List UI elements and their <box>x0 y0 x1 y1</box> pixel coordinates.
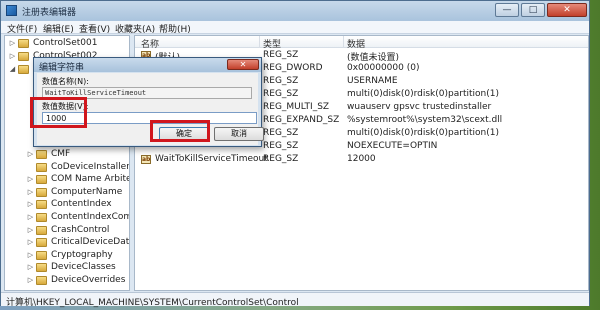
tree-expander-icon[interactable]: ▷ <box>27 176 34 183</box>
cell-data: USERNAME <box>347 76 398 86</box>
tree-expander-icon[interactable] <box>27 164 34 171</box>
menu-bar: 文件(F) 编辑(E) 查看(V) 收藏夹(A) 帮助(H) <box>1 21 589 35</box>
cell-type: REG_EXPAND_SZ <box>263 115 340 125</box>
cell-data: 12000 <box>347 154 376 164</box>
menu-help[interactable]: 帮助(H) <box>159 22 191 35</box>
tree-expander-icon[interactable]: ▷ <box>27 251 34 259</box>
highlight-box-ok <box>150 120 210 142</box>
tree-expander-icon[interactable]: ▷ <box>27 277 34 284</box>
tree-item[interactable]: ▷ ComputerName <box>5 186 129 199</box>
menu-edit[interactable]: 编辑(E) <box>43 22 74 35</box>
folder-icon <box>36 200 47 210</box>
status-bar: 计算机\HKEY_LOCAL_MACHINE\SYSTEM\CurrentCon… <box>1 292 589 308</box>
tree-item[interactable]: ▷ Cryptography <box>5 249 129 262</box>
tree-item-label: CrashControl <box>51 224 110 235</box>
cancel-button[interactable]: 取消 <box>214 127 264 141</box>
folder-icon <box>36 250 47 260</box>
tree-item-label: CoDeviceInstallers <box>51 161 130 172</box>
menu-favorites[interactable]: 收藏夹(A) <box>115 22 155 35</box>
tree-item-label: COM Name Arbiter <box>51 174 130 185</box>
close-button[interactable]: ✕ <box>547 3 587 17</box>
tree-expander-icon[interactable]: ▷ <box>9 53 16 60</box>
tree-item[interactable]: ▷ ContentIndexComm <box>5 211 129 224</box>
cell-data: multi(0)disk(0)rdisk(0)partition(1) <box>347 89 499 99</box>
tree-item[interactable]: ▷ DeviceOverrides <box>5 274 129 287</box>
column-divider[interactable] <box>343 36 344 48</box>
folder-icon <box>18 39 29 48</box>
cell-data: multi(0)disk(0)rdisk(0)partition(1) <box>347 128 499 138</box>
list-row[interactable]: ab WaitToKillServiceTimeout REG_SZ 12000 <box>135 153 588 166</box>
dialog-close-button[interactable]: ✕ <box>227 59 259 70</box>
tree-expander-icon[interactable]: ▷ <box>27 239 34 246</box>
tree-item-label: CriticalDeviceDataba <box>51 237 130 248</box>
column-divider[interactable] <box>259 36 260 48</box>
tree-expander-icon[interactable]: ▷ <box>27 226 34 234</box>
cell-data: wuauserv gpsvc trustedinstaller <box>347 102 492 112</box>
tree-item[interactable]: CoDeviceInstallers <box>5 161 130 174</box>
tree-expander-icon[interactable]: ▷ <box>27 201 34 208</box>
tree-item-label: ControlSet001 <box>33 38 98 48</box>
folder-icon <box>36 175 47 185</box>
menu-file[interactable]: 文件(F) <box>7 22 37 35</box>
cell-type: REG_SZ <box>263 141 299 151</box>
tree-item-label: DeviceClasses <box>51 262 116 273</box>
cell-type: REG_SZ <box>263 89 299 99</box>
tree-expander-icon[interactable]: ▷ <box>9 40 16 47</box>
folder-icon <box>36 263 47 273</box>
tree-item[interactable]: ▷ ControlSet001 <box>5 37 129 50</box>
cell-type: REG_SZ <box>263 154 299 164</box>
folder-icon <box>36 213 47 222</box>
tree-expander-icon[interactable]: ◢ <box>9 66 16 73</box>
folder-icon <box>36 225 47 235</box>
folder-icon <box>18 65 29 74</box>
cell-data: 0x00000000 (0) <box>347 63 420 73</box>
menu-view[interactable]: 查看(V) <box>79 22 110 35</box>
folder-icon <box>36 150 47 159</box>
value-name-label: 数值名称(N): <box>42 77 89 86</box>
registry-app-icon <box>6 5 17 16</box>
dialog-title: 编辑字符串 <box>39 63 85 73</box>
string-value-icon: ab <box>141 155 151 164</box>
cell-type: REG_SZ <box>263 50 299 60</box>
highlight-box-value <box>30 97 87 128</box>
tree-item[interactable]: ▷ CMF <box>5 148 129 161</box>
registry-editor-window: 注册表编辑器 — □ ✕ 文件(F) 编辑(E) 查看(V) 收藏夹(A) 帮助… <box>0 0 590 308</box>
window-title: 注册表编辑器 <box>22 8 77 18</box>
tree-item-label: DeviceOverrides <box>51 275 126 285</box>
cell-data: NOEXECUTE=OPTIN <box>347 141 438 151</box>
cell-type: REG_SZ <box>263 76 299 86</box>
cell-type: REG_SZ <box>263 128 299 138</box>
tree-expander-icon[interactable]: ▷ <box>27 188 34 196</box>
tree-item[interactable]: ▷ CriticalDeviceDataba <box>5 236 130 249</box>
tree-expander-icon[interactable]: ▷ <box>27 264 34 271</box>
tree-item-label: CMF <box>51 149 71 159</box>
list-header: 名称 类型 数据 <box>135 36 588 50</box>
tree-item-label: ComputerName <box>51 186 123 197</box>
folder-icon <box>36 187 47 197</box>
tree-expander-icon[interactable]: ▷ <box>27 151 34 158</box>
tree-item-label: ContentIndex <box>51 199 112 210</box>
tree-expander-icon[interactable]: ▷ <box>27 214 34 221</box>
cell-type: REG_MULTI_SZ <box>263 102 330 112</box>
folder-icon <box>36 238 47 248</box>
cell-type: REG_DWORD <box>263 63 323 73</box>
cell-name: WaitToKillServiceTimeout <box>155 154 268 164</box>
folder-icon <box>36 162 47 172</box>
folder-icon <box>18 52 29 61</box>
tree-item[interactable]: ▷ ContentIndex <box>5 198 129 211</box>
tree-item-label: ContentIndexComm <box>51 212 129 222</box>
tree-item[interactable]: ▷ DeviceClasses <box>5 261 129 274</box>
maximize-button[interactable]: □ <box>521 3 545 17</box>
dialog-title-bar[interactable]: 编辑字符串 ✕ <box>34 58 261 73</box>
tree-item[interactable]: ▷ COM Name Arbiter <box>5 173 130 186</box>
tree-item[interactable]: ▷ CrashControl <box>5 224 129 237</box>
folder-icon <box>36 276 47 285</box>
tree-item-label: Cryptography <box>51 249 113 260</box>
status-path: 计算机\HKEY_LOCAL_MACHINE\SYSTEM\CurrentCon… <box>6 298 299 308</box>
minimize-button[interactable]: — <box>495 3 519 17</box>
cell-data: %systemroot%\system32\scext.dll <box>347 115 503 125</box>
title-bar[interactable]: 注册表编辑器 — □ ✕ <box>1 1 589 21</box>
